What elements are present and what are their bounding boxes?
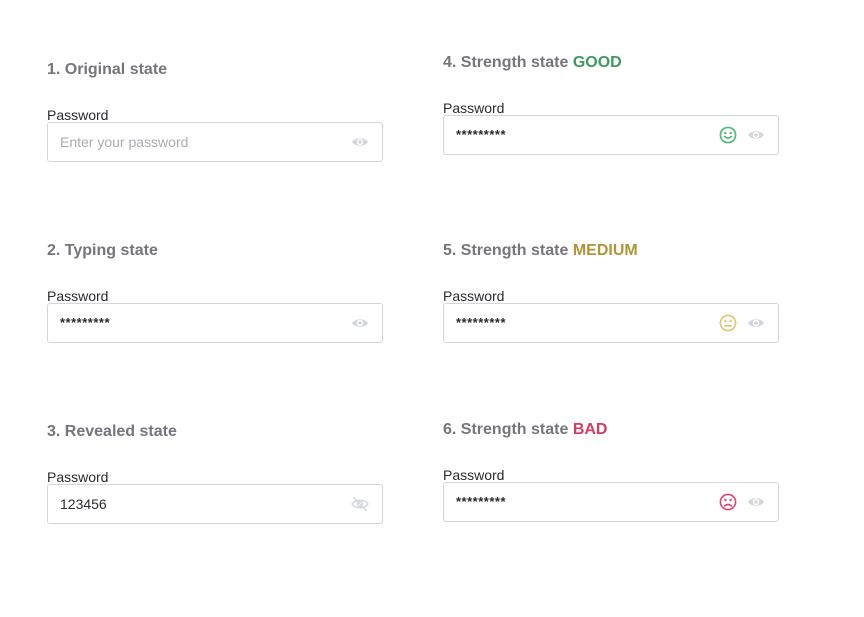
password-value: ********* bbox=[456, 315, 507, 330]
smile-face-icon bbox=[719, 126, 737, 144]
password-value: ********* bbox=[60, 315, 111, 330]
strength-status-bad: BAD bbox=[572, 421, 608, 438]
section-title: 5. Strength state MEDIUM bbox=[443, 242, 638, 259]
strength-status-good: GOOD bbox=[572, 54, 622, 71]
sad-face-icon bbox=[719, 493, 737, 511]
section-title: 3. Revealed state bbox=[47, 423, 177, 440]
password-field[interactable]: ********* bbox=[443, 303, 779, 343]
eye-icon[interactable] bbox=[747, 316, 765, 330]
eye-icon[interactable] bbox=[747, 495, 765, 509]
password-value: ********* bbox=[456, 494, 507, 509]
password-value: 123456 bbox=[60, 496, 107, 512]
password-placeholder: Enter your password bbox=[60, 134, 189, 150]
password-field[interactable]: ********* bbox=[443, 482, 779, 522]
eye-icon[interactable] bbox=[351, 135, 369, 149]
password-field[interactable]: ********* bbox=[47, 303, 383, 343]
password-field[interactable]: 123456 bbox=[47, 484, 383, 524]
eye-icon[interactable] bbox=[747, 128, 765, 142]
section-title: 6. Strength state BAD bbox=[443, 421, 608, 438]
section-title: 2. Typing state bbox=[47, 242, 158, 259]
strength-status-medium: MEDIUM bbox=[572, 242, 638, 259]
section-title: 1. Original state bbox=[47, 61, 168, 78]
section-title: 4. Strength state GOOD bbox=[443, 54, 622, 71]
password-field[interactable]: ********* bbox=[443, 115, 779, 155]
eye-off-icon[interactable] bbox=[351, 497, 369, 511]
password-value: ********* bbox=[456, 127, 507, 142]
password-field[interactable]: Enter your password bbox=[47, 122, 383, 162]
neutral-face-icon bbox=[719, 314, 737, 332]
eye-icon[interactable] bbox=[351, 316, 369, 330]
